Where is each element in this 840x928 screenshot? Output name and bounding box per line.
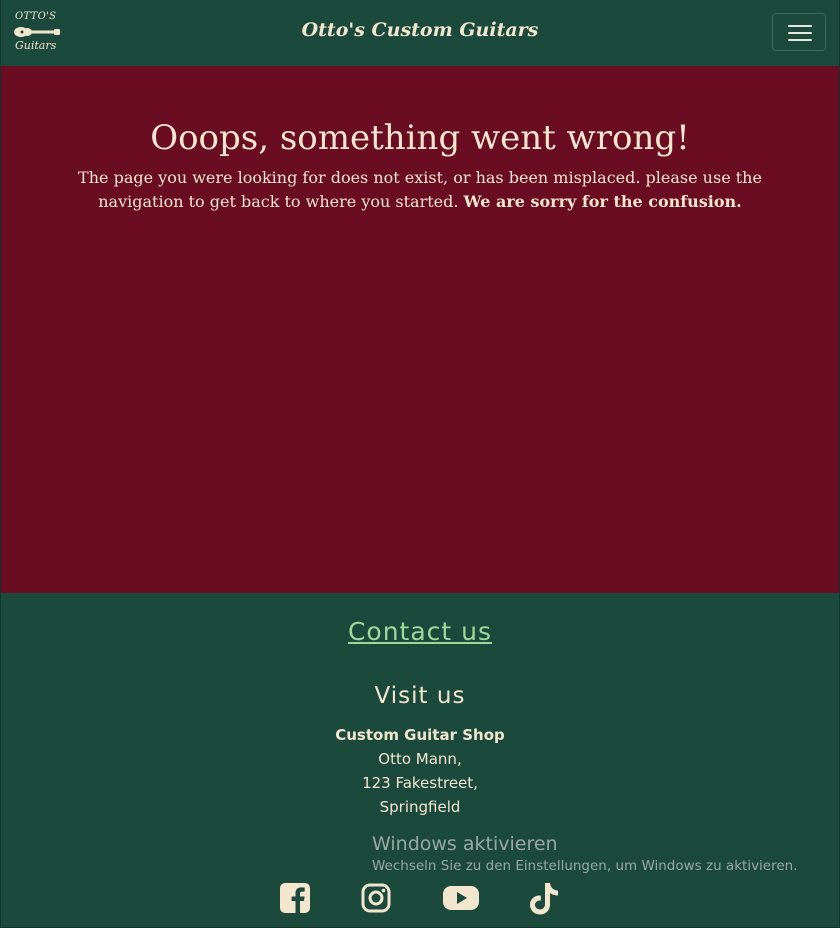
hamburger-icon-bar bbox=[788, 39, 812, 41]
shop-name: Custom Guitar Shop bbox=[335, 726, 505, 744]
tiktok-link[interactable] bbox=[529, 883, 559, 917]
hamburger-icon-bar bbox=[788, 32, 812, 34]
youtube-link[interactable] bbox=[443, 883, 479, 917]
navbar: OTTO'S Guitars Otto's Custom Guitars bbox=[1, 0, 839, 66]
contact-us-link[interactable]: Contact us bbox=[348, 617, 492, 646]
owner-name: Otto Mann, bbox=[378, 750, 462, 768]
site-title[interactable]: Otto's Custom Guitars bbox=[1, 19, 839, 41]
instagram-icon bbox=[361, 883, 391, 913]
menu-toggle-button[interactable] bbox=[772, 13, 826, 51]
watermark-title: Windows aktivieren bbox=[372, 833, 558, 855]
city: Springfield bbox=[379, 798, 461, 816]
tiktok-icon bbox=[530, 883, 558, 915]
error-title: Ooops, something went wrong! bbox=[150, 118, 690, 158]
footer: Contact us Visit us Custom Guitar Shop O… bbox=[1, 593, 839, 927]
error-section: Ooops, something went wrong! The page yo… bbox=[1, 66, 839, 593]
address: Custom Guitar Shop Otto Mann, 123 Fakest… bbox=[1, 723, 839, 819]
instagram-link[interactable] bbox=[361, 883, 391, 917]
apology-text: We are sorry for the confusion. bbox=[463, 192, 742, 211]
facebook-link[interactable] bbox=[280, 883, 310, 917]
windows-activation-watermark: Windows aktivieren Wechseln Sie zu den E… bbox=[372, 833, 798, 874]
youtube-icon bbox=[443, 886, 479, 910]
facebook-icon bbox=[280, 883, 310, 913]
visit-us-heading: Visit us bbox=[374, 683, 466, 709]
hamburger-icon bbox=[788, 25, 812, 27]
watermark-subtitle: Wechseln Sie zu den Einstellungen, um Wi… bbox=[372, 858, 798, 874]
error-message: The page you were looking for does not e… bbox=[56, 166, 784, 214]
contact-section: Contact us bbox=[1, 617, 839, 646]
street-address: 123 Fakestreet, bbox=[362, 774, 478, 792]
